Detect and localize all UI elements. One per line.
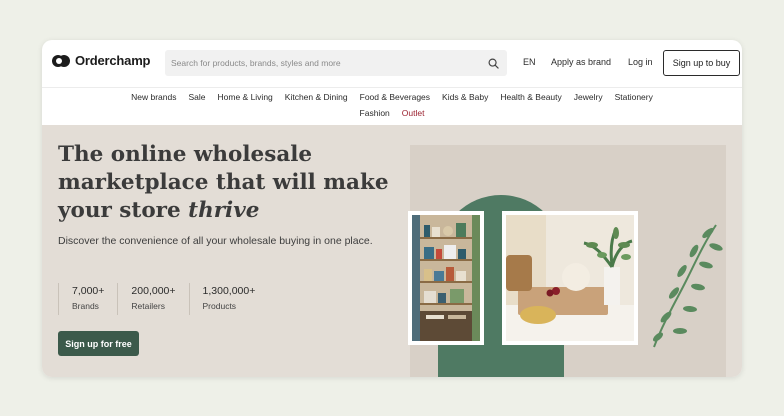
stat-label: Brands <box>72 301 99 311</box>
logo-text: Orderchamp <box>75 53 151 68</box>
stat-products: 1,300,000+ Products <box>188 283 269 315</box>
stat-value: 7,000+ <box>72 285 105 297</box>
hero-title-line-1: The online wholesale <box>58 142 313 167</box>
nav-item-stationery[interactable]: Stationery <box>609 92 659 102</box>
nav-item-food-beverages[interactable]: Food & Beverages <box>354 92 436 102</box>
orderchamp-logo-icon <box>52 54 70 67</box>
olive-branch-decoration <box>653 224 723 348</box>
search-input[interactable] <box>165 50 482 76</box>
nav-row-1: New brands Sale Home & Living Kitchen & … <box>42 92 742 102</box>
product-still-life-photo <box>502 211 638 345</box>
signup-to-buy-button[interactable]: Sign up to buy <box>663 50 740 76</box>
stat-value: 200,000+ <box>131 285 176 297</box>
nav-item-fashion[interactable]: Fashion <box>354 108 396 118</box>
search-bar <box>165 50 507 76</box>
stat-label: Retailers <box>131 301 165 311</box>
signup-for-free-button[interactable]: Sign up for free <box>58 331 139 356</box>
nav-item-jewelry[interactable]: Jewelry <box>568 92 609 102</box>
hero-title-emphasis: thrive <box>188 198 260 223</box>
nav-item-kids-baby[interactable]: Kids & Baby <box>436 92 494 102</box>
hero-illustration <box>408 145 726 377</box>
stat-label: Products <box>202 301 237 311</box>
logo[interactable]: Orderchamp <box>52 53 151 68</box>
category-nav: New brands Sale Home & Living Kitchen & … <box>42 87 742 125</box>
hero-title-line-2: marketplace that will make <box>58 170 389 195</box>
nav-row-2: Fashion Outlet <box>42 108 742 118</box>
hero-subtitle: Discover the convenience of all your who… <box>58 235 373 247</box>
nav-item-home-living[interactable]: Home & Living <box>212 92 279 102</box>
stat-value: 1,300,000+ <box>202 285 256 297</box>
nav-item-sale[interactable]: Sale <box>182 92 211 102</box>
stat-brands: 7,000+ Brands <box>58 283 117 315</box>
hero-title-line-3: your store <box>58 198 189 223</box>
nav-item-health-beauty[interactable]: Health & Beauty <box>494 92 567 102</box>
stats: 7,000+ Brands 200,000+ Retailers 1,300,0… <box>58 283 268 315</box>
language-selector[interactable]: EN <box>523 57 536 67</box>
nav-item-outlet[interactable]: Outlet <box>396 108 431 118</box>
login-link[interactable]: Log in <box>628 57 653 67</box>
apply-as-brand-link[interactable]: Apply as brand <box>551 57 611 67</box>
stat-retailers: 200,000+ Retailers <box>117 283 188 315</box>
hero-section: The online wholesale marketplace that wi… <box>42 125 742 377</box>
search-icon[interactable] <box>482 52 504 74</box>
nav-item-new-brands[interactable]: New brands <box>125 92 182 102</box>
browser-frame: Orderchamp EN Apply as brand Log in Sign… <box>42 40 742 377</box>
shop-shelf-photo <box>408 211 484 345</box>
hero-title: The online wholesale marketplace that wi… <box>58 141 398 225</box>
site-header: Orderchamp EN Apply as brand Log in Sign… <box>42 40 742 86</box>
nav-item-kitchen-dining[interactable]: Kitchen & Dining <box>279 92 354 102</box>
